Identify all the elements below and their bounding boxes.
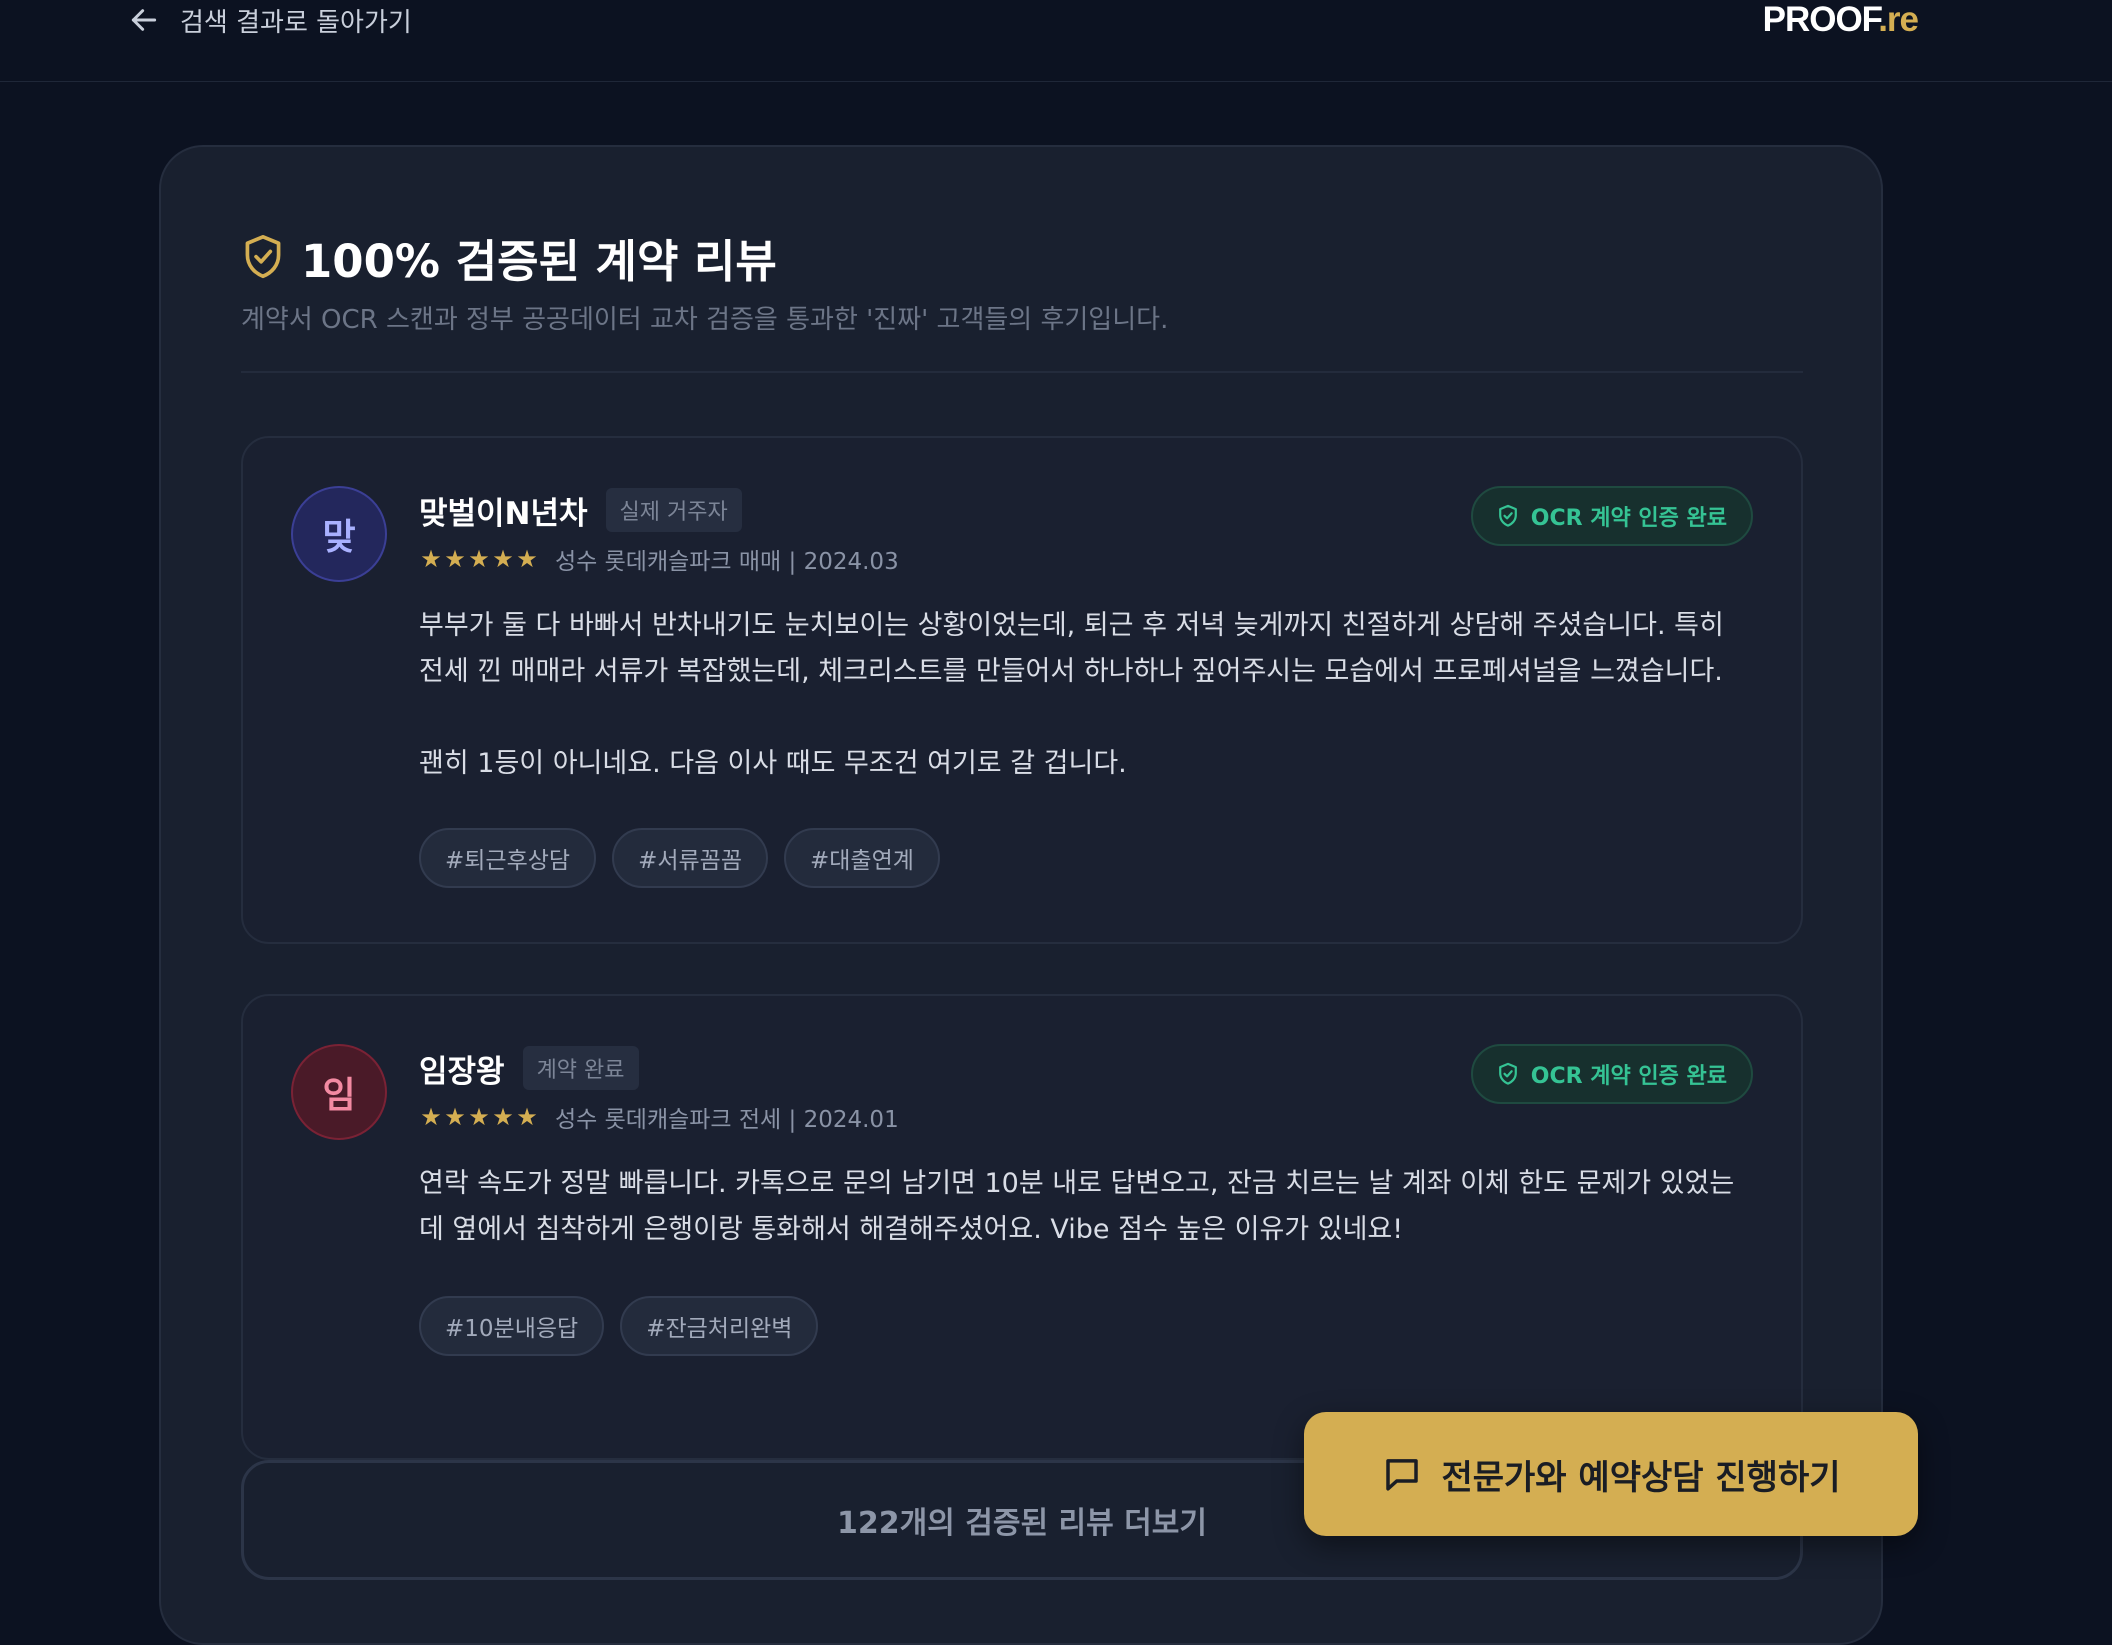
- shield-check-icon: [1497, 1062, 1519, 1086]
- shield-check-icon: [241, 233, 285, 281]
- reviewer-role-badge: 계약 완료: [522, 1046, 639, 1090]
- verified-badge-label: OCR 계약 인증 완료: [1530, 506, 1727, 531]
- review-tag[interactable]: #퇴근후상담: [419, 828, 597, 888]
- review-tag[interactable]: #서류꼼꼼: [612, 828, 768, 888]
- star-icon: ★: [492, 545, 514, 573]
- reviewer-info: 맞벌이N년차 실제 거주자 ★ ★ ★ ★ ★ 성수 롯데캐슬파크 매매 | 2…: [419, 488, 899, 575]
- reviewer-info: 임장왕 계약 완료 ★ ★ ★ ★ ★ 성수 롯데캐슬파크 전세 | 2024.…: [419, 1046, 899, 1133]
- star-icon: ★: [516, 1103, 538, 1131]
- avatar: 임: [291, 1044, 387, 1140]
- back-to-results-link[interactable]: 검색 결과로 돌아가기: [128, 0, 412, 40]
- review-tags: #10분내응답 #잔금처리완벽: [419, 1296, 834, 1356]
- review-tag[interactable]: #잔금처리완벽: [620, 1296, 819, 1356]
- star-rating: ★ ★ ★ ★ ★: [419, 1105, 539, 1129]
- review-body: 부부가 둘 다 바빠서 반차내기도 눈치보이는 상황이었는데, 퇴근 후 저녁 …: [419, 603, 1749, 787]
- avatar: 맞: [291, 486, 387, 582]
- review-paragraph: 괜히 1등이 아니네요. 다음 이사 때도 무조건 여기로 갈 겁니다.: [419, 748, 1127, 779]
- review-tags: #퇴근후상담 #서류꼼꼼 #대출연계: [419, 828, 956, 888]
- arrow-left-icon: [128, 4, 160, 36]
- cta-label: 전문가와 예약상담 진행하기: [1441, 1457, 1841, 1498]
- review-tag[interactable]: #10분내응답: [419, 1296, 605, 1356]
- shield-check-icon: [1497, 504, 1519, 528]
- star-icon: ★: [468, 1103, 490, 1131]
- chat-bubble-icon: [1381, 1453, 1423, 1495]
- reviewer-name: 맞벌이N년차: [419, 495, 588, 532]
- star-rating: ★ ★ ★ ★ ★: [419, 547, 539, 571]
- verified-badge-label: OCR 계약 인증 완료: [1530, 1064, 1727, 1089]
- book-consultation-button[interactable]: 전문가와 예약상담 진행하기: [1304, 1412, 1918, 1536]
- ocr-verified-badge: OCR 계약 인증 완료: [1470, 486, 1753, 546]
- more-reviews-label: 122개의 검증된 리뷰 더보기: [837, 1506, 1207, 1541]
- star-icon: ★: [444, 1103, 466, 1131]
- page-subtitle: 계약서 OCR 스캔과 정부 공공데이터 교차 검증을 통과한 '진짜' 고객들…: [241, 305, 1169, 335]
- review-card: 맞 맞벌이N년차 실제 거주자 ★ ★ ★ ★ ★ 성수 롯데캐슬파크 매매 |…: [241, 436, 1803, 944]
- logo-suffix-text: .re: [1878, 0, 1919, 39]
- review-paragraph: 부부가 둘 다 바빠서 반차내기도 눈치보이는 상황이었는데, 퇴근 후 저녁 …: [419, 610, 1724, 687]
- logo-main-text: PROOF: [1762, 0, 1880, 39]
- reviewer-role-badge: 실제 거주자: [605, 488, 742, 532]
- reviewer-name: 임장왕: [419, 1053, 505, 1090]
- star-icon: ★: [420, 1103, 442, 1131]
- star-icon: ★: [420, 545, 442, 573]
- page-title: 100% 검증된 계약 리뷰: [301, 234, 777, 288]
- star-icon: ★: [492, 1103, 514, 1131]
- star-icon: ★: [516, 545, 538, 573]
- review-body: 연락 속도가 정말 빠릅니다. 카톡으로 문의 남기면 10분 내로 답변오고,…: [419, 1161, 1749, 1253]
- ocr-verified-badge: OCR 계약 인증 완료: [1470, 1044, 1753, 1104]
- review-meta: 성수 롯데캐슬파크 전세 | 2024.01: [555, 1107, 899, 1133]
- review-paragraph: 연락 속도가 정말 빠릅니다. 카톡으로 문의 남기면 10분 내로 답변오고,…: [419, 1168, 1735, 1245]
- top-bar: 검색 결과로 돌아가기 PROOF.re: [0, 0, 2112, 82]
- brand-logo[interactable]: PROOF.re: [1762, 0, 1919, 40]
- section-header: 100% 검증된 계약 리뷰 계약서 OCR 스캔과 정부 공공데이터 교차 검…: [241, 227, 1803, 336]
- star-icon: ★: [468, 545, 490, 573]
- header-divider: [241, 371, 1803, 373]
- back-link-label: 검색 결과로 돌아가기: [180, 7, 412, 38]
- review-tag[interactable]: #대출연계: [784, 828, 940, 888]
- review-meta: 성수 롯데캐슬파크 매매 | 2024.03: [555, 549, 899, 575]
- review-card: 임 임장왕 계약 완료 ★ ★ ★ ★ ★ 성수 롯데캐슬파크 전세 | 202…: [241, 994, 1803, 1460]
- star-icon: ★: [444, 545, 466, 573]
